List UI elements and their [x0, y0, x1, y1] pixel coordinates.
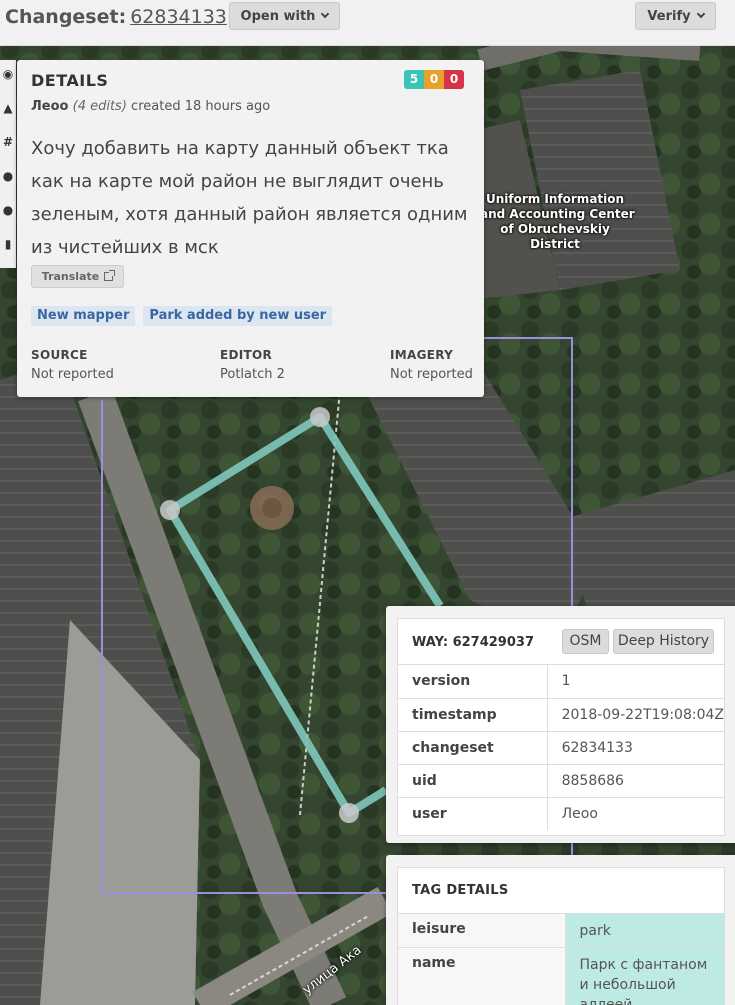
editor-value: Potlatch 2	[220, 367, 285, 382]
attr-value: Леоо	[561, 805, 598, 822]
external-link-icon	[104, 270, 116, 281]
attr-key: version	[398, 665, 548, 699]
tag-table: leisure park name Парк с фантаном и неболь…	[398, 914, 724, 1005]
hash-icon[interactable]: #	[2, 132, 14, 152]
editor-label: EDITOR	[220, 348, 273, 362]
source-field: SOURCE Not reported	[31, 348, 114, 382]
poi-label-line: of Obruchevskiy	[500, 222, 610, 236]
deep-history-button[interactable]: Deep History	[613, 629, 714, 654]
attr-key: changeset	[398, 731, 548, 765]
modify-count: 0	[424, 70, 444, 89]
changeset-id-link[interactable]: 62834133	[130, 6, 227, 28]
title-label: Changeset:	[5, 6, 127, 28]
side-toolbar: ◉ ▲ # ● ● ▮	[0, 60, 16, 268]
way-attributes-table: version 1 timestamp 2018-09-22T19:08:04Z c…	[398, 665, 724, 830]
open-with-button[interactable]: Open with	[229, 2, 340, 30]
flag-park-added[interactable]: Park added by new user	[143, 306, 333, 326]
imagery-label: IMAGERY	[390, 348, 454, 362]
top-bar: Changeset: 62834133 Open with Verify	[0, 0, 735, 46]
table-row: version 1	[398, 665, 724, 699]
created-time: created 18 hours ago	[131, 99, 271, 114]
page-title: Changeset: 62834133	[5, 6, 227, 28]
tag-value: park	[565, 914, 724, 948]
bars-icon[interactable]: ▮	[2, 234, 14, 254]
osm-button[interactable]: OSM	[562, 629, 609, 654]
user-icon[interactable]: ●	[2, 200, 14, 220]
source-value: Not reported	[31, 367, 114, 382]
poi-label: Uniform Information and Accounting Cente…	[480, 192, 635, 252]
attr-value: 1	[547, 665, 724, 699]
details-heading: DETAILS	[31, 71, 109, 90]
circle-icon[interactable]: ●	[2, 166, 14, 186]
table-row: uid 8858686	[398, 764, 724, 798]
poi-label-line: Uniform Information	[485, 192, 625, 206]
attr-key: user	[398, 797, 548, 830]
warning-icon[interactable]: ▲	[2, 98, 14, 118]
verify-label: Verify	[647, 8, 691, 24]
create-count: 5	[404, 70, 424, 89]
open-with-label: Open with	[240, 8, 316, 24]
tag-value: Парк с фантаном и небольшой аллеей	[565, 947, 724, 1005]
imagery-value: Not reported	[390, 367, 473, 382]
tag-key: name	[398, 947, 566, 1005]
tag-details-heading: TAG DETAILS	[412, 883, 509, 898]
eye-icon[interactable]: ◉	[2, 64, 14, 84]
edit-counts-badge: 5 0 0	[404, 70, 464, 89]
editor-field: EDITOR Potlatch 2	[220, 348, 285, 382]
table-row: user Леоо	[398, 797, 724, 830]
flag-list: New mapper Park added by new user	[31, 306, 333, 326]
attr-value: 62834133	[547, 731, 724, 765]
way-title: WAY: 627429037	[412, 635, 534, 650]
details-panel: DETAILS 5 0 0 Леоо (4 edits) created 18 …	[17, 60, 484, 397]
imagery-field: IMAGERY Not reported	[390, 348, 473, 382]
changeset-comment: Хочу добавить на карту данный объект тка…	[31, 138, 468, 258]
delete-count: 0	[444, 70, 464, 89]
tag-details-popup: TAG DETAILS leisure park name Парк с фанта…	[386, 855, 735, 1005]
flag-new-mapper[interactable]: New mapper	[31, 306, 136, 326]
poi-label-line: and Accounting Center	[480, 207, 635, 221]
translate-label: Translate	[41, 270, 100, 283]
tag-details-header: TAG DETAILS	[398, 868, 724, 914]
attr-value: 8858686	[547, 764, 724, 798]
poi-label-line: District	[530, 237, 580, 251]
translate-button[interactable]: Translate	[31, 265, 124, 288]
table-row: leisure park	[398, 914, 724, 948]
attr-value: 2018-09-22T19:08:04Z	[547, 698, 724, 732]
way-popup: WAY: 627429037 OSM Deep History version 1…	[386, 606, 735, 843]
way-header: WAY: 627429037 OSM Deep History	[398, 619, 724, 665]
tag-table-container: TAG DETAILS leisure park name Парк с фанта…	[397, 867, 725, 1005]
chevron-down-icon	[696, 9, 705, 19]
author-link[interactable]: Леоо	[31, 99, 68, 114]
table-row: name Парк с фантаном и небольшой аллеей	[398, 947, 724, 1005]
tag-key: leisure	[398, 914, 566, 948]
verify-button[interactable]: Verify	[635, 2, 716, 30]
author-edit-count: (4 edits)	[72, 99, 127, 114]
chevron-down-icon	[321, 9, 330, 19]
attr-key: timestamp	[398, 698, 548, 732]
author-line: Леоо (4 edits) created 18 hours ago	[31, 99, 270, 114]
attr-key: uid	[398, 764, 548, 798]
table-row: changeset 62834133	[398, 731, 724, 765]
table-row: timestamp 2018-09-22T19:08:04Z	[398, 698, 724, 732]
source-label: SOURCE	[31, 348, 88, 362]
way-table-container: WAY: 627429037 OSM Deep History version 1…	[397, 618, 725, 836]
